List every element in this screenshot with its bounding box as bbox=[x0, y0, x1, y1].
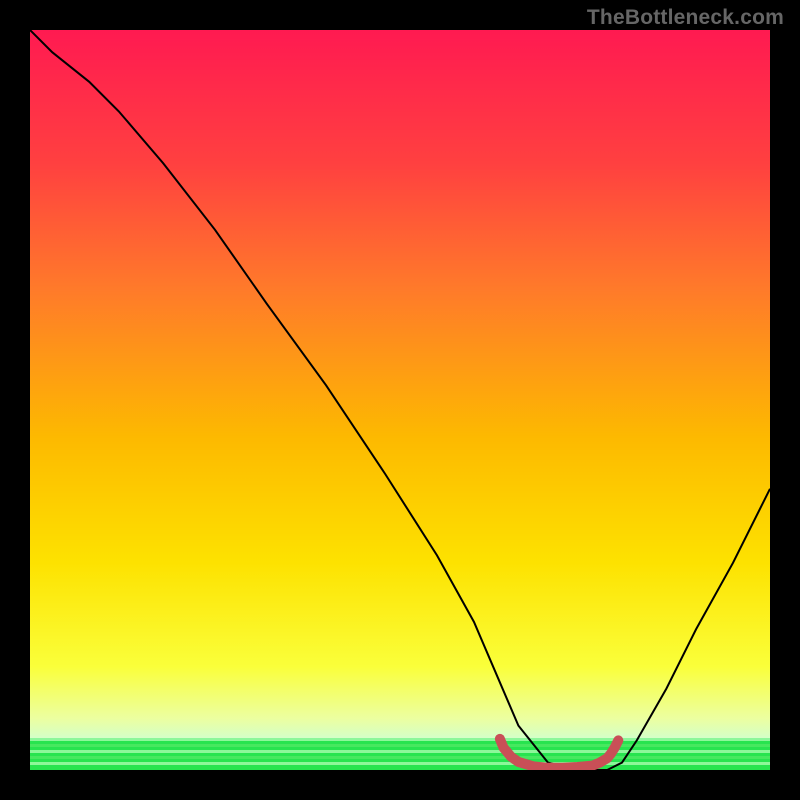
watermark-text: TheBottleneck.com bbox=[587, 6, 784, 30]
gradient-background bbox=[30, 30, 770, 770]
green-band bbox=[30, 738, 770, 770]
chart-frame: TheBottleneck.com bbox=[0, 0, 800, 800]
chart-svg bbox=[30, 30, 770, 770]
plot-area bbox=[30, 30, 770, 770]
